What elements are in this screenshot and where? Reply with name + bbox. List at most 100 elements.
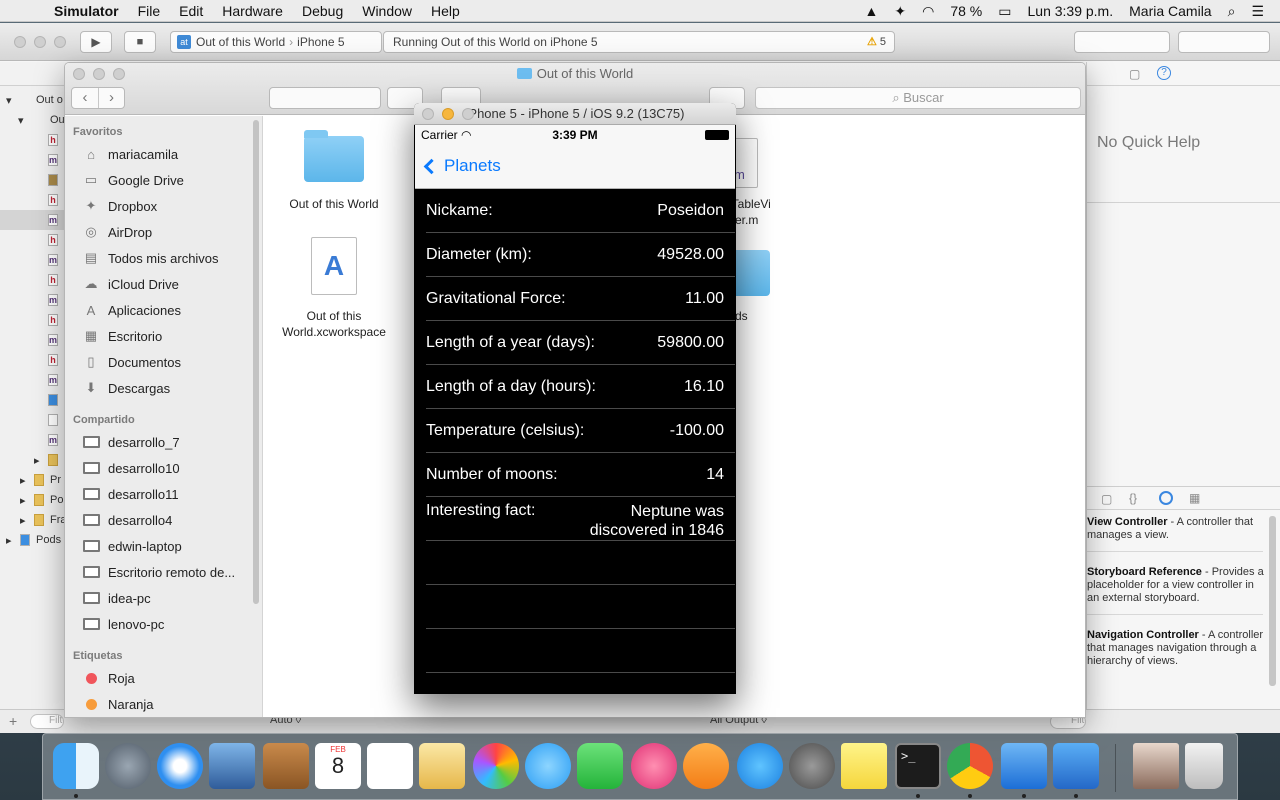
battery-percent[interactable]: 78 % bbox=[950, 3, 982, 19]
nav-file-row[interactable]: h bbox=[0, 310, 66, 330]
nav-row-group[interactable]: ▾ Ou bbox=[0, 110, 66, 130]
nav-file-row[interactable]: m bbox=[0, 210, 66, 230]
sidebar-item-shared[interactable]: desarrollo11 bbox=[81, 484, 179, 504]
file-inspector-icon[interactable]: ▢ bbox=[1129, 67, 1140, 81]
sidebar-item-shared[interactable]: lenovo-pc bbox=[81, 614, 164, 634]
object-library-icon[interactable] bbox=[1159, 491, 1173, 505]
nav-file-row[interactable]: m bbox=[0, 330, 66, 350]
nav-folder-row[interactable]: ▸ Pr bbox=[0, 470, 66, 490]
table-row[interactable]: Gravitational Force: 11.00 bbox=[415, 277, 735, 321]
contacts-icon[interactable] bbox=[263, 743, 309, 789]
simulator-window-controls[interactable] bbox=[422, 108, 482, 120]
drive-status-icon[interactable]: ▲ bbox=[865, 3, 879, 19]
file-template-icon[interactable]: ▢ bbox=[1101, 492, 1112, 506]
menu-help[interactable]: Help bbox=[431, 3, 460, 19]
media-library-icon[interactable]: ▦ bbox=[1189, 491, 1200, 505]
view-toggle-selector[interactable] bbox=[1178, 31, 1270, 53]
finder-search-field[interactable]: ⌕ Buscar bbox=[755, 87, 1081, 109]
facetime-icon[interactable] bbox=[577, 743, 623, 789]
sidebar-item-shared[interactable]: edwin-laptop bbox=[81, 536, 182, 556]
table-row[interactable]: Length of a year (days): 59800.00 bbox=[415, 321, 735, 365]
system-preferences-icon[interactable] bbox=[789, 743, 835, 789]
wifi-icon[interactable]: ◠ bbox=[922, 3, 934, 20]
nav-file-row[interactable]: h bbox=[0, 230, 66, 250]
sidebar-item-shared[interactable]: desarrollo4 bbox=[81, 510, 172, 530]
safari-icon[interactable] bbox=[157, 743, 203, 789]
nav-file-row[interactable]: m bbox=[0, 250, 66, 270]
table-row[interactable]: Length of a day (hours): 16.10 bbox=[415, 365, 735, 409]
simulator-icon[interactable] bbox=[1053, 743, 1099, 789]
nav-file-row[interactable]: h bbox=[0, 190, 66, 210]
sidebar-item-icloud[interactable]: ☁ iCloud Drive bbox=[81, 274, 179, 294]
quick-help-icon[interactable]: ? bbox=[1157, 66, 1171, 80]
nav-file-row[interactable] bbox=[0, 410, 66, 430]
forward-button[interactable]: › bbox=[97, 88, 124, 108]
sidebar-tag-red[interactable]: Roja bbox=[81, 668, 135, 688]
itunes-icon[interactable] bbox=[631, 743, 677, 789]
navigator-tabs[interactable] bbox=[0, 62, 66, 86]
sidebar-item-downloads[interactable]: ⬇ Descargas bbox=[81, 378, 171, 398]
menu-app-name[interactable]: Simulator bbox=[54, 3, 119, 19]
library-scrollbar[interactable] bbox=[1269, 516, 1276, 686]
spotlight-icon[interactable]: ⌕ bbox=[1228, 3, 1236, 20]
sidebar-item-applications[interactable]: A Aplicaciones bbox=[81, 300, 181, 320]
nav-pods-project-row[interactable]: ▸ Pods bbox=[0, 530, 66, 550]
finder-icon[interactable] bbox=[53, 743, 99, 789]
menu-window[interactable]: Window bbox=[362, 3, 412, 19]
nav-row-project[interactable]: ▾ Out o bbox=[0, 90, 66, 110]
ibooks-icon[interactable] bbox=[683, 743, 729, 789]
nav-file-row[interactable] bbox=[0, 390, 66, 410]
table-row[interactable]: Nickame: Poseidon bbox=[415, 189, 735, 233]
sidebar-item-shared[interactable]: Escritorio remoto de... bbox=[81, 562, 235, 582]
scheme-selector[interactable]: at Out of this World › iPhone 5 bbox=[170, 31, 382, 53]
sidebar-item-shared[interactable]: desarrollo_7 bbox=[81, 432, 180, 452]
code-snippet-icon[interactable]: {} bbox=[1129, 491, 1137, 505]
table-row[interactable]: Diameter (km): 49528.00 bbox=[415, 233, 735, 277]
photos-icon[interactable] bbox=[473, 743, 519, 789]
nav-folder-row[interactable]: ▸ Fra bbox=[0, 510, 67, 530]
table-row[interactable]: Number of moons: 14 bbox=[415, 453, 735, 497]
dropbox-status-icon[interactable]: ✦ bbox=[894, 3, 906, 20]
navigator-filter-field[interactable]: Filter bbox=[30, 714, 64, 729]
back-button[interactable]: Planets bbox=[423, 156, 501, 176]
nav-file-row[interactable]: h bbox=[0, 270, 66, 290]
xcode-icon[interactable] bbox=[1001, 743, 1047, 789]
photo-booth-icon[interactable] bbox=[419, 743, 465, 789]
sidebar-item-desktop[interactable]: ▦ Escritorio bbox=[81, 326, 162, 346]
nav-folder-row[interactable]: ▸ bbox=[0, 450, 66, 470]
trash-icon[interactable] bbox=[1185, 743, 1223, 789]
launchpad-icon[interactable] bbox=[105, 743, 151, 789]
table-row-fact[interactable]: Interesting fact: Neptune was discovered … bbox=[415, 497, 735, 541]
back-button[interactable]: ‹ bbox=[72, 88, 98, 108]
nav-file-row[interactable] bbox=[0, 170, 66, 190]
nav-file-row[interactable]: m bbox=[0, 370, 66, 390]
sidebar-item-shared[interactable]: idea-pc bbox=[81, 588, 151, 608]
warning-count[interactable]: ⚠ 5 bbox=[867, 32, 886, 52]
menu-user[interactable]: Maria Camila bbox=[1129, 3, 1211, 19]
menu-clock[interactable]: Lun 3:39 p.m. bbox=[1028, 3, 1114, 19]
mail-icon[interactable] bbox=[209, 743, 255, 789]
menu-hardware[interactable]: Hardware bbox=[222, 3, 283, 19]
library-item-storyboard-reference[interactable]: Storyboard Reference - Provides a placeh… bbox=[1087, 566, 1267, 605]
sidebar-item-all-files[interactable]: ▤ Todos mis archivos bbox=[81, 248, 219, 268]
sidebar-item-home[interactable]: ⌂ mariacamila bbox=[81, 144, 178, 164]
nav-file-row[interactable]: h bbox=[0, 130, 66, 150]
messages-icon[interactable] bbox=[525, 743, 571, 789]
sidebar-tag-orange[interactable]: Naranja bbox=[81, 694, 154, 714]
calendar-icon[interactable]: FEB 8 bbox=[315, 743, 361, 789]
sidebar-scrollbar[interactable] bbox=[253, 120, 259, 604]
sidebar-item-airdrop[interactable]: ◎ AirDrop bbox=[81, 222, 152, 242]
add-icon[interactable]: + bbox=[9, 713, 17, 729]
app-store-icon[interactable] bbox=[737, 743, 783, 789]
library-tabs[interactable]: ▢ {} ▦ bbox=[1087, 486, 1280, 510]
chrome-icon[interactable] bbox=[947, 743, 993, 789]
nav-file-row[interactable]: m bbox=[0, 430, 66, 450]
menu-edit[interactable]: Edit bbox=[179, 3, 203, 19]
nav-file-row[interactable]: h bbox=[0, 350, 66, 370]
notification-center-icon[interactable]: ☰ bbox=[1251, 3, 1264, 20]
sidebar-item-shared[interactable]: desarrollo10 bbox=[81, 458, 180, 478]
nav-file-row[interactable]: m bbox=[0, 290, 66, 310]
library-item-view-controller[interactable]: View Controller - A controller that mana… bbox=[1087, 516, 1267, 542]
view-mode-selector[interactable] bbox=[269, 87, 381, 109]
table-row[interactable]: Temperature (celsius): -100.00 bbox=[415, 409, 735, 453]
